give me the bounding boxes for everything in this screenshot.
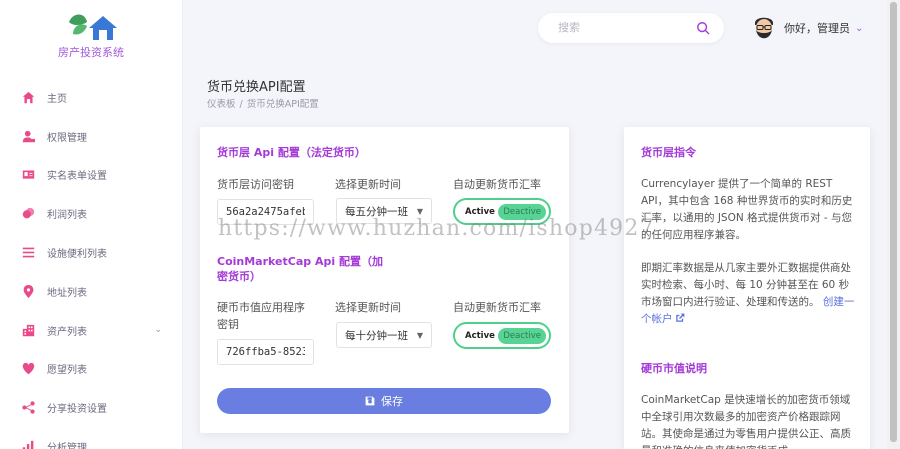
scrollbar-thumb[interactable]: [890, 2, 897, 442]
search-icon[interactable]: [696, 21, 710, 35]
sidebar-item-home[interactable]: 主页: [0, 78, 182, 117]
coinmarket-key-label-line1: 硬币市值应用程序: [217, 301, 305, 314]
sidebar-item-label: 权限管理: [47, 132, 87, 144]
share-icon: [21, 401, 35, 415]
toggle-deactive-label: Deactive: [498, 203, 546, 220]
sidebar-item-analytics[interactable]: 分析管理: [0, 427, 182, 449]
save-icon: [365, 396, 375, 406]
coinmarket-auto-toggle[interactable]: Active Deactive: [453, 322, 551, 349]
sidebar-item-label: 愿望列表: [47, 365, 87, 377]
currency-layer-auto-toggle[interactable]: Active Deactive: [453, 198, 551, 225]
coinmarket-title: CoinMarketCap Api 配置（加 密货币）: [217, 254, 383, 284]
currency-layer-guide-text: Currencylayer 提供了一个简单的 REST API，其中包含 168…: [641, 178, 853, 241]
caret-down-icon: ▼: [416, 206, 423, 216]
caret-down-icon: ▼: [416, 330, 423, 340]
sidebar-item-label: 资产列表: [47, 326, 87, 338]
coinmarket-key-input[interactable]: [217, 339, 314, 365]
currency-layer-auto-label: 自动更新货币汇率: [453, 178, 541, 191]
sidebar-item-profit-list[interactable]: 利润列表: [0, 194, 182, 233]
breadcrumb-link-dashboard[interactable]: 仪表板: [207, 99, 236, 110]
id-card-icon: [21, 168, 35, 182]
external-link-icon: [675, 313, 684, 322]
currency-layer-interval-select[interactable]: 每五分钟一班 ▼: [336, 198, 432, 224]
logo[interactable]: 房产投资系统: [0, 0, 182, 70]
coinmarket-interval-label: 选择更新时间: [335, 301, 401, 314]
spot-rate-guide-text: 即期汇率数据是从几家主要外汇数据提供商处实时检索、每小时、每 10 分钟甚至在 …: [641, 260, 857, 328]
sidebar-item-asset-list[interactable]: 资产列表 ⌄: [0, 311, 182, 350]
chevron-down-icon: ⌄: [855, 22, 864, 34]
sidebar-nav: 主页 权限管理 实名表单设置 利润列表 设施便利列表 地址列表 资产列表 ⌄ 愿…: [0, 78, 182, 449]
currency-layer-key-input[interactable]: [217, 199, 314, 225]
sidebar-item-label: 实名表单设置: [47, 171, 107, 183]
sidebar-item-address-list[interactable]: 地址列表: [0, 272, 182, 311]
coinmarket-title-line1: CoinMarketCap Api 配置（加: [217, 255, 383, 268]
toggle-active-label: Active: [465, 330, 495, 341]
currency-layer-interval-label: 选择更新时间: [335, 178, 401, 191]
save-button[interactable]: 保存: [217, 388, 551, 414]
breadcrumb-separator: /: [239, 99, 243, 110]
page-scrollbar[interactable]: [887, 0, 900, 449]
currency-layer-key-label: 货币层访问密钥: [217, 178, 294, 191]
coins-icon: [21, 207, 35, 221]
sidebar-item-realname-form[interactable]: 实名表单设置: [0, 156, 182, 195]
chart-icon: [21, 440, 35, 449]
sidebar: 房产投资系统 主页 权限管理 实名表单设置 利润列表 设施便利列表 地址列表 资…: [0, 0, 183, 449]
spot-rate-text: 即期汇率数据是从几家主要外汇数据提供商处实时检索、每小时、每 10 分钟甚至在 …: [641, 262, 851, 308]
save-button-label: 保存: [381, 395, 403, 408]
avatar[interactable]: [750, 13, 778, 43]
heart-icon: [21, 362, 35, 376]
sidebar-item-label: 主页: [47, 93, 67, 105]
building-icon: [21, 323, 35, 337]
coinmarket-title-line2: 密货币）: [217, 270, 261, 283]
sidebar-item-permissions[interactable]: 权限管理: [0, 117, 182, 156]
coinmarket-key-label: 硬币市值应用程序 密钥: [217, 299, 305, 333]
house-leaf-logo-icon: [69, 14, 117, 40]
chevron-down-icon[interactable]: ⌄: [154, 325, 162, 335]
coinmarket-interval-select[interactable]: 每十分钟一班 ▼: [336, 322, 432, 348]
user-menu[interactable]: 你好，管理员 ⌄: [784, 20, 863, 36]
coinmarket-key-label-line2: 密钥: [217, 318, 239, 331]
select-value: 每十分钟一班: [345, 329, 408, 342]
currency-layer-title: 货币层 Api 配置（法定货币）: [217, 146, 366, 159]
api-config-card: 货币层 Api 配置（法定货币） 货币层访问密钥 选择更新时间 每五分钟一班▼ …: [200, 127, 569, 433]
user-greeting: 你好，管理员: [784, 22, 850, 35]
user-lock-icon: [21, 129, 35, 143]
list-icon: [21, 246, 35, 260]
sidebar-item-label: 分享投资设置: [47, 404, 107, 416]
search-input[interactable]: [558, 22, 688, 34]
breadcrumb: 仪表板 / 货币兑换API配置: [207, 96, 319, 110]
search-box: [538, 13, 724, 43]
instructions-card: 货币层指令 Currencylayer 提供了一个简单的 REST API，其中…: [624, 127, 870, 449]
select-value: 每五分钟一班: [345, 205, 408, 218]
logo-text: 房产投资系统: [58, 46, 124, 59]
toggle-deactive-label: Deactive: [498, 327, 546, 344]
sidebar-item-wishlist[interactable]: 愿望列表: [0, 350, 182, 389]
sidebar-item-share-settings[interactable]: 分享投资设置: [0, 388, 182, 427]
map-pin-icon: [21, 284, 35, 298]
sidebar-item-facilities[interactable]: 设施便利列表: [0, 233, 182, 272]
sidebar-item-label: 设施便利列表: [47, 249, 107, 261]
currency-layer-guide-title: 货币层指令: [641, 146, 696, 159]
toggle-active-label: Active: [465, 206, 495, 217]
page-title: 货币兑换API配置: [207, 80, 306, 95]
coinmarket-auto-label: 自动更新货币汇率: [453, 301, 541, 314]
sidebar-item-label: 地址列表: [47, 287, 87, 299]
top-header: 你好，管理员 ⌄: [184, 0, 887, 56]
coinmarket-guide-text: CoinMarketCap 是快速增长的加密货币领域中全球引用次数最多的加密资产…: [641, 394, 851, 449]
sidebar-item-label: 利润列表: [47, 210, 87, 222]
coinmarket-guide-title: 硬币市值说明: [641, 362, 707, 375]
home-icon: [21, 90, 35, 104]
sidebar-item-label: 分析管理: [47, 443, 87, 449]
breadcrumb-current: 货币兑换API配置: [246, 99, 319, 110]
